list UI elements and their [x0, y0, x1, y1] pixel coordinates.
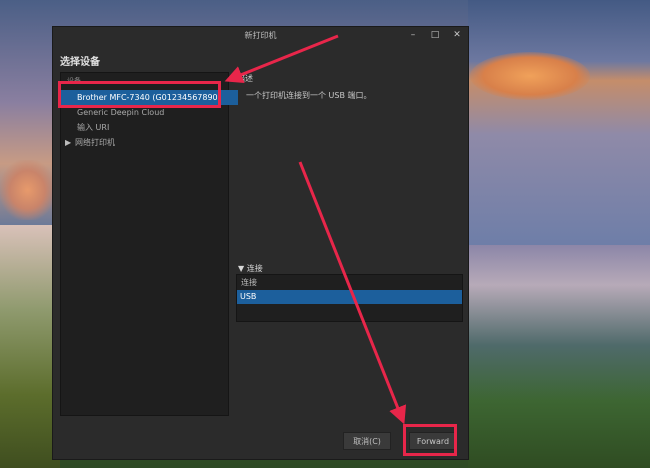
wallpaper-sky	[468, 0, 650, 245]
device-list: Brother MFC-7340 (G01234567890) Generic …	[61, 90, 238, 150]
connection-row-usb[interactable]: USB	[237, 290, 462, 304]
maximize-icon[interactable]: □	[430, 30, 440, 40]
device-label: 网络打印机	[75, 138, 115, 147]
connection-expander[interactable]: ▼ 连接	[238, 263, 263, 274]
window-title: 新打印机	[244, 30, 277, 40]
device-label: Generic Deepin Cloud	[77, 108, 165, 117]
window-controls: – □ ✕	[408, 27, 462, 43]
minimize-icon[interactable]: –	[408, 30, 418, 40]
description-text: 一个打印机连接到一个 USB 端口。	[246, 91, 372, 100]
page-title: 选择设备	[60, 57, 100, 68]
forward-button[interactable]: Forward	[409, 432, 457, 450]
device-label: 输入 URI	[77, 123, 110, 132]
wallpaper-cloud	[470, 52, 590, 100]
wallpaper-mountain-left	[0, 225, 60, 468]
device-item-enter-uri[interactable]: 输入 URI	[61, 120, 228, 135]
wallpaper-mountain-right	[468, 245, 650, 468]
cancel-button[interactable]: 取消(C)	[343, 432, 391, 450]
close-icon[interactable]: ✕	[452, 30, 462, 40]
device-item-generic-cloud[interactable]: Generic Deepin Cloud	[61, 105, 228, 120]
device-item-network-printer[interactable]: ▶ 网络打印机	[61, 135, 228, 150]
device-label: Brother MFC-7340 (G01234567890)	[77, 93, 221, 102]
connection-column-header: 连接	[241, 278, 257, 287]
expand-arrow-icon[interactable]: ▶	[65, 135, 75, 150]
new-printer-dialog: 新打印机 – □ ✕ 选择设备 设备 Brother MFC-7340 (G01…	[52, 26, 469, 460]
wallpaper-cloud-left	[0, 160, 55, 220]
connection-toggle-label: 连接	[246, 264, 263, 273]
title-bar: 新打印机 – □ ✕	[53, 27, 468, 43]
chevron-down-icon: ▼	[238, 264, 245, 273]
device-list-panel: 设备 Brother MFC-7340 (G01234567890) Gener…	[60, 72, 238, 416]
device-list-header: 设备	[67, 77, 81, 85]
connection-list: 连接 USB	[236, 274, 463, 322]
description-title: 描述	[237, 74, 253, 83]
device-item-brother[interactable]: Brother MFC-7340 (G01234567890)	[61, 90, 238, 105]
